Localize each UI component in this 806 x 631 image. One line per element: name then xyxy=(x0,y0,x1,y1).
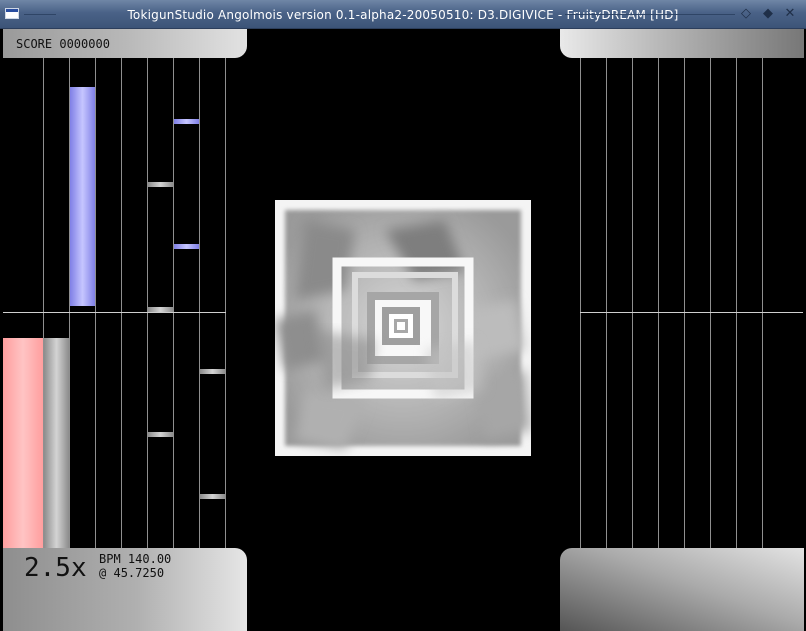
titlebar-separator-right xyxy=(565,14,735,15)
note xyxy=(174,244,199,249)
note xyxy=(148,307,173,312)
speed-display: 2.5x xyxy=(24,553,87,583)
note xyxy=(200,369,225,374)
window-title: TokigunStudio Angolmois version 0.1-alph… xyxy=(127,8,679,22)
position-value: 45.7250 xyxy=(113,566,165,580)
score-panel: SCORE 0000000 xyxy=(3,29,247,58)
status-panel-p2 xyxy=(560,548,804,631)
player-two-panel xyxy=(559,29,806,631)
minimize-icon[interactable]: ◇ xyxy=(738,6,754,22)
note xyxy=(148,182,173,187)
score-label: SCORE xyxy=(16,37,53,51)
lane-dividers-p2 xyxy=(580,58,763,548)
key-beam-scratch xyxy=(3,338,43,577)
window-titlebar[interactable]: TokigunStudio Angolmois version 0.1-alph… xyxy=(0,0,806,29)
background-animation xyxy=(275,200,531,456)
note xyxy=(174,119,199,124)
score-value: 0000000 xyxy=(59,37,110,51)
note-lanes-p2 xyxy=(580,58,803,548)
note xyxy=(148,432,173,437)
long-note xyxy=(70,87,95,306)
score-panel-p2 xyxy=(560,29,804,58)
key-beam xyxy=(44,338,69,577)
bpm-label: BPM xyxy=(99,552,121,566)
score-display: SCORE 0000000 xyxy=(16,37,110,51)
position-prefix: @ xyxy=(99,566,107,580)
bga-image xyxy=(275,200,531,456)
player-one-panel: SCORE 0000000 2.5x BPM 140.00 @ 45.7250 xyxy=(0,29,247,631)
note-lanes xyxy=(3,58,226,577)
bpm-display: BPM 140.00 @ 45.7250 xyxy=(99,552,171,580)
pin-icon[interactable]: ◆ xyxy=(760,6,776,22)
bpm-value: 140.00 xyxy=(127,552,172,566)
note xyxy=(200,494,225,499)
close-icon[interactable]: ✕ xyxy=(782,6,798,22)
